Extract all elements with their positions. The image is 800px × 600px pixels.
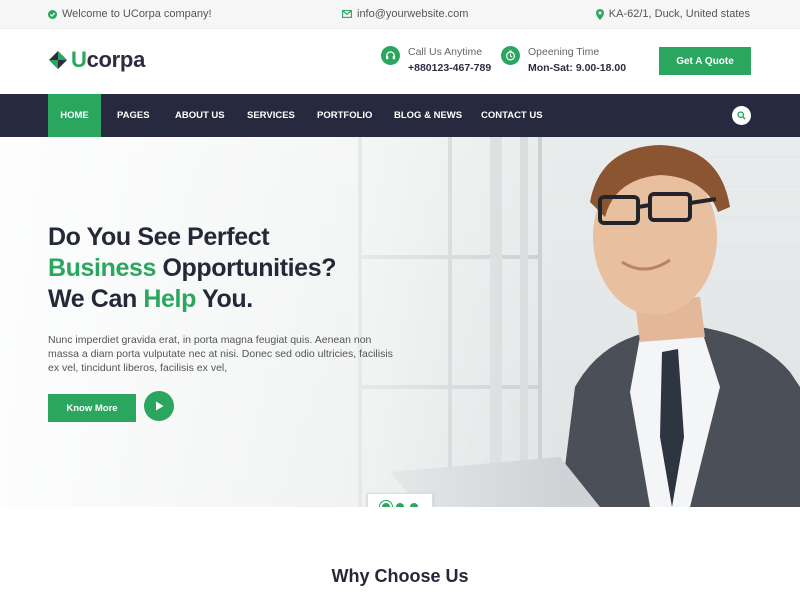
logo-letter-u: U: [71, 47, 87, 72]
hero-heading-line-2: Business Opportunities?: [48, 253, 336, 284]
nav-item-pages[interactable]: PAGES: [117, 94, 150, 137]
hero-heading-line-3: We Can Help You.: [48, 284, 336, 315]
why-choose-us-heading: Why Choose Us: [331, 566, 469, 586]
opening-time-info: Opeening Time Mon-Sat: 9.00-18.00: [501, 45, 626, 76]
play-video-button[interactable]: [144, 391, 174, 421]
logo-letters-rest: corpa: [86, 47, 146, 72]
time-value: Mon-Sat: 9.00-18.00: [528, 62, 627, 74]
email-link[interactable]: info@yourwebsite.com: [342, 8, 468, 20]
nav-item-contact-us[interactable]: CONTACT US: [481, 94, 543, 137]
map-pin-icon: [595, 8, 604, 20]
get-a-quote-button[interactable]: Get A Quote: [659, 47, 751, 75]
address-text: KA-62/1, Duck, United states: [608, 8, 750, 20]
top-info-bar: Welcome to UCorpa company! info@yourwebs…: [0, 0, 800, 29]
hero-heading-you: You.: [195, 285, 253, 313]
nav-item-home[interactable]: HOME: [48, 94, 101, 137]
diamond-logo-icon: [49, 51, 67, 69]
call-info: Call Us Anytime +880123-467-789: [381, 45, 491, 76]
slider-pagination: [367, 493, 433, 507]
email-text[interactable]: info@yourwebsite.com: [357, 8, 468, 20]
call-number[interactable]: +880123-467-789: [408, 60, 491, 76]
logo-text: Ucorpa: [71, 47, 145, 73]
nav-item-blog-news[interactable]: BLOG & NEWS: [394, 94, 462, 137]
search-icon: [737, 111, 746, 120]
welcome-message: Welcome to UCorpa company!: [48, 8, 212, 20]
hero-description: Nunc imperdiet gravida erat, in porta ma…: [48, 334, 393, 374]
search-button[interactable]: [732, 106, 751, 125]
envelope-icon: [342, 10, 352, 18]
play-icon: [156, 401, 164, 411]
hero-slider: Do You See Perfect Business Opportunitie…: [0, 137, 800, 507]
headset-icon: [381, 46, 400, 65]
slider-dot-2[interactable]: [396, 502, 404, 507]
slider-dot-3[interactable]: [410, 502, 418, 507]
nav-item-services[interactable]: SERVICES: [247, 94, 295, 137]
nav-item-about-us[interactable]: ABOUT US: [175, 94, 225, 137]
hero-background-image: [0, 137, 800, 507]
nav-item-portfolio[interactable]: PORTFOLIO: [317, 94, 372, 137]
welcome-text: Welcome to UCorpa company!: [62, 8, 212, 20]
hero-heading-we-can: We Can: [48, 285, 144, 313]
hero-highlight-help: Help: [143, 285, 196, 313]
clock-icon: [501, 46, 520, 65]
hero-heading-line-1: Do You See Perfect: [48, 223, 270, 251]
know-more-button[interactable]: Know More: [48, 394, 136, 422]
main-navigation: HOME PAGES ABOUT US SERVICES PORTFOLIO B…: [0, 94, 800, 137]
call-label: Call Us Anytime: [408, 46, 483, 58]
check-circle-icon: [48, 9, 57, 19]
hero-heading: Do You See Perfect Business Opportunitie…: [48, 222, 336, 315]
site-header: Ucorpa Call Us Anytime +880123-467-789 O…: [0, 29, 800, 94]
hero-highlight-business: Business: [48, 254, 156, 282]
address-info: KA-62/1, Duck, United states: [595, 8, 750, 20]
time-label: Opeening Time: [528, 46, 600, 58]
hero-heading-opportunities: Opportunities?: [155, 254, 337, 282]
site-logo[interactable]: Ucorpa: [48, 47, 145, 73]
slider-dot-1[interactable]: [382, 502, 390, 507]
